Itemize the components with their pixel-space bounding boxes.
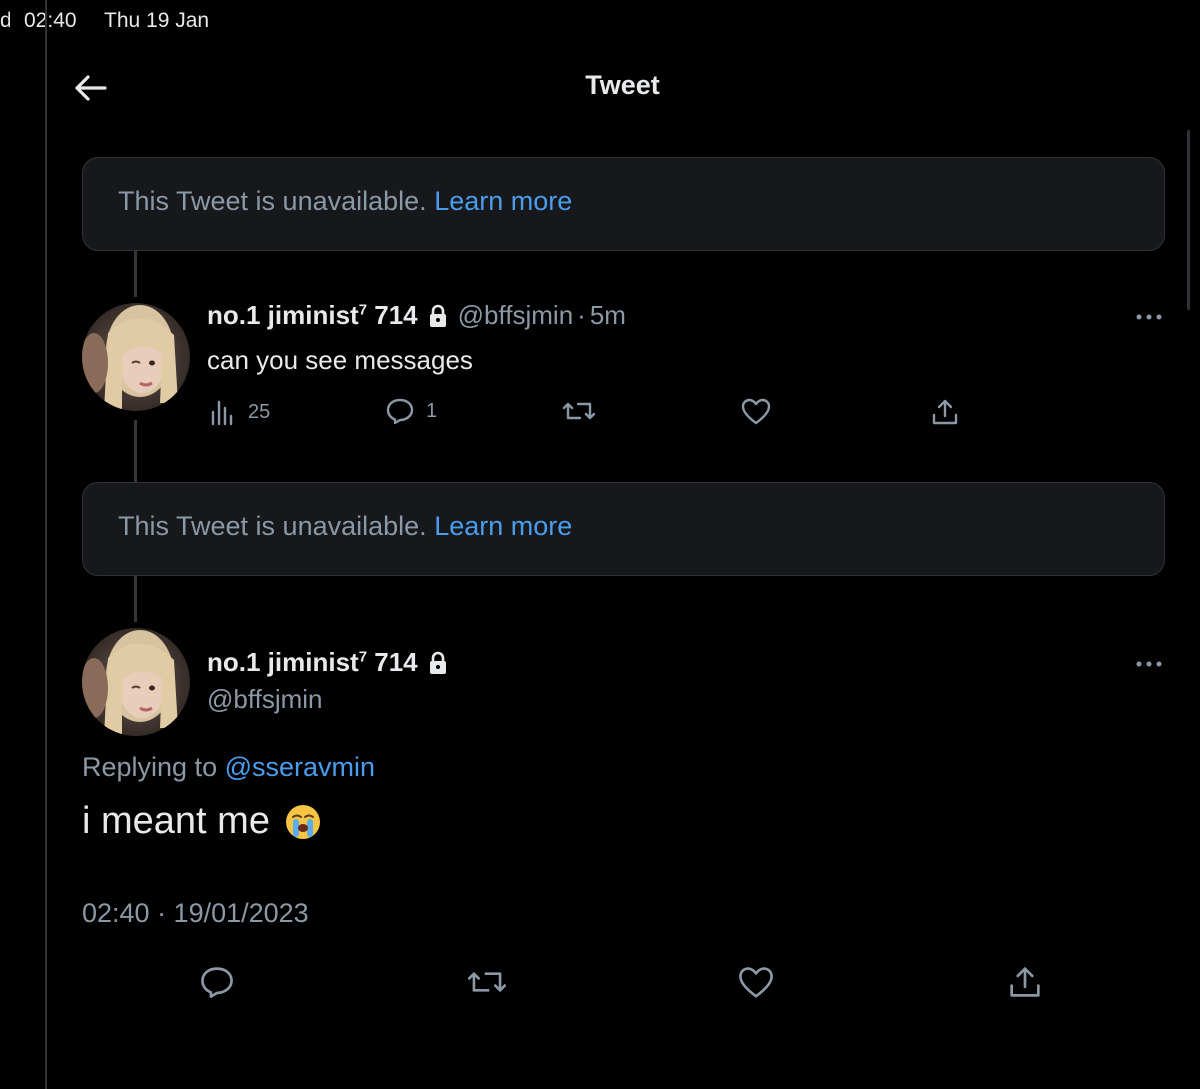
status-edge-text: d <box>0 9 10 32</box>
left-divider <box>45 0 47 1089</box>
avatar-image <box>82 303 190 411</box>
reply-button[interactable] <box>200 966 234 998</box>
tweet-text: i meant me <box>82 800 270 842</box>
thread-line <box>134 576 137 622</box>
lock-icon <box>428 651 448 675</box>
avatar[interactable] <box>82 628 190 736</box>
reply-icon <box>386 398 414 424</box>
share-button[interactable] <box>1008 964 1042 1000</box>
thread-line <box>134 420 137 482</box>
views-button[interactable]: 25 <box>210 398 270 426</box>
like-button[interactable] <box>741 398 771 426</box>
replying-prefix: Replying to <box>82 752 218 782</box>
share-icon <box>1010 967 1040 997</box>
views-icon <box>211 400 233 426</box>
more-options-icon[interactable] <box>1134 307 1164 327</box>
heart-icon <box>739 967 773 998</box>
handle-row: @bffsjmin <box>207 684 323 715</box>
reply-icon <box>201 967 233 998</box>
status-date: Thu 19 Jan <box>104 9 210 32</box>
scroll-indicator[interactable] <box>1187 130 1190 310</box>
avatar[interactable] <box>82 303 190 411</box>
user-handle[interactable]: @bffsjmin <box>458 300 574 331</box>
replying-to: Replying to @sseravmin <box>82 752 375 783</box>
separator-dot: · <box>577 300 586 330</box>
status-bar: d 02:40 Thu 19 Jan <box>0 0 1200 40</box>
retweet-icon <box>468 972 506 992</box>
learn-more-link[interactable]: Learn more <box>434 186 572 216</box>
unavailable-text: This Tweet is unavailable. <box>118 186 427 216</box>
thread-line <box>134 251 137 297</box>
share-button[interactable] <box>931 398 959 426</box>
page-title: Tweet <box>585 70 660 100</box>
more-options-icon[interactable] <box>1134 654 1164 674</box>
unavailable-tweet-notice: This Tweet is unavailable. Learn more <box>82 157 1165 251</box>
tweet-author: no.1 jiminist7 714 @bffsjmin · 5m <box>207 300 626 331</box>
main-tweet-text: i meant me <box>82 800 322 843</box>
share-icon <box>932 399 958 425</box>
display-name[interactable]: no.1 jiminist7 714 <box>207 300 418 331</box>
unavailable-tweet-notice: This Tweet is unavailable. Learn more <box>82 482 1165 576</box>
display-name[interactable]: no.1 jiminist7 714 <box>207 647 418 678</box>
views-count: 25 <box>248 400 271 423</box>
tweet-time[interactable]: 5m <box>590 300 626 331</box>
status-time: 02:40 <box>24 9 77 32</box>
retweet-icon <box>563 402 595 420</box>
like-button[interactable] <box>738 966 774 1000</box>
tweet-timestamp[interactable]: 02:40 · 19/01/2023 <box>82 898 309 929</box>
learn-more-link[interactable]: Learn more <box>434 511 572 541</box>
user-handle[interactable]: @bffsjmin <box>207 684 323 715</box>
unavailable-text: This Tweet is unavailable. <box>118 511 427 541</box>
retweet-button[interactable] <box>468 966 506 998</box>
reply-count: 1 <box>426 399 438 422</box>
tweet-author: no.1 jiminist7 714 <box>207 647 448 678</box>
lock-icon <box>428 304 448 328</box>
retweet-button[interactable] <box>563 398 595 424</box>
mention-link[interactable]: @sseravmin <box>225 752 375 782</box>
loudly-crying-face-icon <box>284 803 322 841</box>
avatar-image <box>82 628 190 736</box>
reply-button[interactable]: 1 <box>386 398 437 424</box>
heart-icon <box>741 398 771 425</box>
tweet-text: can you see messages <box>207 345 473 375</box>
